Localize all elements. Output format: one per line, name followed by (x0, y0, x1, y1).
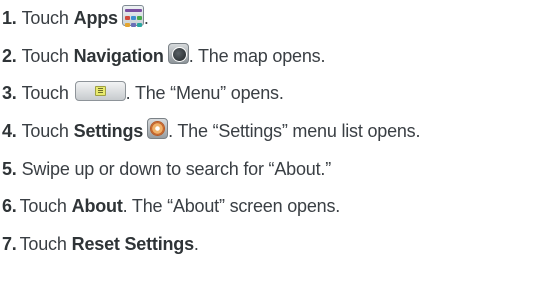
step-text: Touch (21, 45, 69, 66)
step-number: 2. (2, 45, 17, 66)
step-4: 4. Touch Settings . The “Settings” menu … (2, 113, 542, 151)
apps-grid-icon (121, 5, 144, 28)
step-1: 1. Touch Apps . (2, 0, 542, 38)
step-text: Swipe up or down to search for “About.” (21, 158, 332, 179)
step-2: 2. Touch Navigation . The map opens. (2, 38, 542, 76)
step-text: Touch (21, 121, 69, 142)
step-text: Touch (21, 83, 69, 104)
step-bold-term: Reset Settings (71, 233, 194, 254)
instruction-steps: 1. Touch Apps . 2. Touch Navigation . Th… (2, 0, 542, 263)
step-text-post: . The “Settings” menu list opens. (168, 121, 421, 142)
step-text-post: . The “About” screen opens. (122, 196, 341, 217)
step-number: 6. (2, 196, 17, 217)
step-number: 7. (2, 233, 17, 254)
step-text-post: . The “Menu” opens. (125, 83, 284, 104)
step-bold-term: Navigation (73, 45, 164, 66)
step-7: 7. Touch Reset Settings . (2, 226, 542, 264)
step-bold-term: Apps (73, 8, 118, 29)
step-5: 5. Swipe up or down to search for “About… (2, 150, 542, 188)
navigation-globe-icon (167, 42, 189, 64)
step-text: Touch (21, 8, 69, 29)
step-text: Touch (19, 233, 67, 254)
settings-icon (147, 118, 169, 140)
step-text-post: . (143, 8, 149, 29)
step-text: Touch (19, 196, 67, 217)
step-number: 4. (2, 121, 17, 142)
step-bold-term: Settings (73, 121, 144, 142)
step-3: 3. Touch . The “Menu” opens. (2, 75, 542, 113)
step-bold-term: About (71, 196, 123, 217)
step-number: 5. (2, 158, 17, 179)
step-number: 1. (2, 8, 17, 29)
step-6: 6. Touch About . The “About” screen open… (2, 188, 542, 226)
step-number: 3. (2, 83, 17, 104)
menu-button-icon (74, 81, 126, 102)
step-text-post: . The map opens. (188, 45, 326, 66)
step-text-post: . (193, 233, 199, 254)
